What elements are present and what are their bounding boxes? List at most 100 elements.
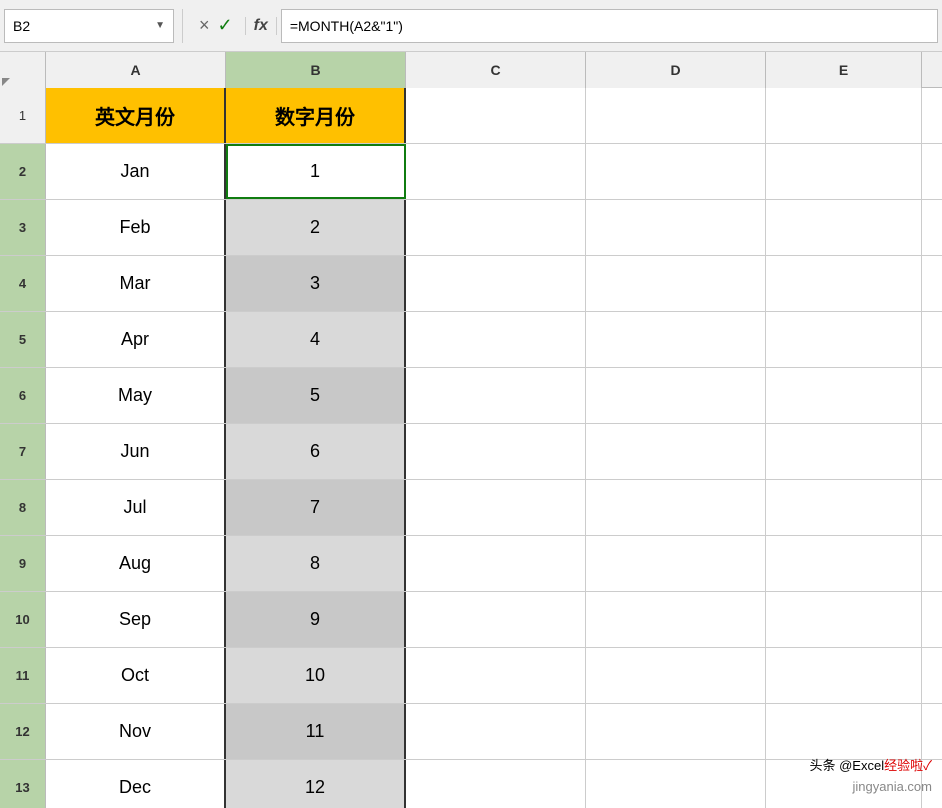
row-number[interactable]: 10 [0, 592, 46, 647]
cell-11-C[interactable] [406, 648, 586, 703]
formula-input[interactable] [281, 9, 938, 43]
cell-4-A[interactable]: Mar [46, 256, 226, 311]
col-header-d[interactable]: D [586, 52, 766, 88]
cell-13-D[interactable] [586, 760, 766, 808]
row-number[interactable]: 12 [0, 704, 46, 759]
formula-bar: B2 ▼ × ✓ fx [0, 0, 942, 52]
row-number[interactable]: 2 [0, 144, 46, 199]
cell-10-E[interactable] [766, 592, 922, 647]
cell-10-B[interactable]: 9 [226, 592, 406, 647]
cell-3-D[interactable] [586, 200, 766, 255]
corner-cell[interactable] [0, 52, 46, 88]
cell-2-B[interactable]: 1 [226, 144, 406, 199]
col-header-e[interactable]: E [766, 52, 922, 88]
cell-2-A[interactable]: Jan [46, 144, 226, 199]
cell-1-B[interactable]: 数字月份 [226, 88, 406, 143]
cell-12-D[interactable] [586, 704, 766, 759]
row-number[interactable]: 6 [0, 368, 46, 423]
row-number[interactable]: 1 [0, 88, 46, 143]
cell-8-C[interactable] [406, 480, 586, 535]
cell-5-D[interactable] [586, 312, 766, 367]
cell-9-A[interactable]: Aug [46, 536, 226, 591]
cell-12-C[interactable] [406, 704, 586, 759]
cell-1-C[interactable] [406, 88, 586, 143]
cell-12-A[interactable]: Nov [46, 704, 226, 759]
cell-8-D[interactable] [586, 480, 766, 535]
cell-8-B[interactable]: 7 [226, 480, 406, 535]
cell-9-B[interactable]: 8 [226, 536, 406, 591]
confirm-icon[interactable]: ✓ [218, 15, 233, 36]
row-number[interactable]: 13 [0, 760, 46, 808]
name-box[interactable]: B2 ▼ [4, 9, 174, 43]
cell-10-D[interactable] [586, 592, 766, 647]
cell-8-A[interactable]: Jul [46, 480, 226, 535]
row-number[interactable]: 5 [0, 312, 46, 367]
select-all-icon [2, 78, 10, 86]
cell-6-D[interactable] [586, 368, 766, 423]
cell-7-A[interactable]: Jun [46, 424, 226, 479]
cell-9-E[interactable] [766, 536, 922, 591]
spreadsheet: A B C D E 1英文月份数字月份2Jan13Feb24Mar35Apr46… [0, 52, 942, 808]
cell-11-D[interactable] [586, 648, 766, 703]
table-row: 4Mar3 [0, 256, 942, 312]
cell-7-D[interactable] [586, 424, 766, 479]
col-header-a[interactable]: A [46, 52, 226, 88]
cell-12-E[interactable] [766, 704, 922, 759]
cell-4-C[interactable] [406, 256, 586, 311]
cell-5-A[interactable]: Apr [46, 312, 226, 367]
cell-6-C[interactable] [406, 368, 586, 423]
formula-divider [182, 9, 183, 43]
row-number[interactable]: 4 [0, 256, 46, 311]
cell-10-A[interactable]: Sep [46, 592, 226, 647]
column-headers: A B C D E [0, 52, 942, 88]
cell-11-B[interactable]: 10 [226, 648, 406, 703]
cell-11-A[interactable]: Oct [46, 648, 226, 703]
cell-5-C[interactable] [406, 312, 586, 367]
cell-3-C[interactable] [406, 200, 586, 255]
cell-4-D[interactable] [586, 256, 766, 311]
cell-7-B[interactable]: 6 [226, 424, 406, 479]
col-header-c[interactable]: C [406, 52, 586, 88]
cell-2-C[interactable] [406, 144, 586, 199]
table-row: 7Jun6 [0, 424, 942, 480]
cell-2-E[interactable] [766, 144, 922, 199]
cell-13-A[interactable]: Dec [46, 760, 226, 808]
cell-9-C[interactable] [406, 536, 586, 591]
cell-5-E[interactable] [766, 312, 922, 367]
cell-11-E[interactable] [766, 648, 922, 703]
row-number[interactable]: 11 [0, 648, 46, 703]
cell-3-A[interactable]: Feb [46, 200, 226, 255]
row-number[interactable]: 7 [0, 424, 46, 479]
cancel-icon[interactable]: × [199, 15, 210, 36]
cell-6-A[interactable]: May [46, 368, 226, 423]
fx-label: fx [245, 17, 277, 35]
cell-2-D[interactable] [586, 144, 766, 199]
table-row: 9Aug8 [0, 536, 942, 592]
cell-9-D[interactable] [586, 536, 766, 591]
row-number[interactable]: 8 [0, 480, 46, 535]
cell-6-B[interactable]: 5 [226, 368, 406, 423]
table-row: 10Sep9 [0, 592, 942, 648]
cell-1-D[interactable] [586, 88, 766, 143]
cell-6-E[interactable] [766, 368, 922, 423]
cell-7-C[interactable] [406, 424, 586, 479]
row-number[interactable]: 9 [0, 536, 46, 591]
cell-7-E[interactable] [766, 424, 922, 479]
cell-1-A[interactable]: 英文月份 [46, 88, 226, 143]
cell-8-E[interactable] [766, 480, 922, 535]
cell-3-E[interactable] [766, 200, 922, 255]
cell-13-B[interactable]: 12 [226, 760, 406, 808]
cell-1-E[interactable] [766, 88, 922, 143]
row-number[interactable]: 3 [0, 200, 46, 255]
cell-4-B[interactable]: 3 [226, 256, 406, 311]
cell-10-C[interactable] [406, 592, 586, 647]
cell-5-B[interactable]: 4 [226, 312, 406, 367]
cell-3-B[interactable]: 2 [226, 200, 406, 255]
cell-4-E[interactable] [766, 256, 922, 311]
col-header-b[interactable]: B [226, 52, 406, 88]
name-box-arrow-icon[interactable]: ▼ [155, 20, 165, 31]
cell-12-B[interactable]: 11 [226, 704, 406, 759]
cell-13-C[interactable] [406, 760, 586, 808]
table-row: 8Jul7 [0, 480, 942, 536]
cell-13-E[interactable] [766, 760, 922, 808]
